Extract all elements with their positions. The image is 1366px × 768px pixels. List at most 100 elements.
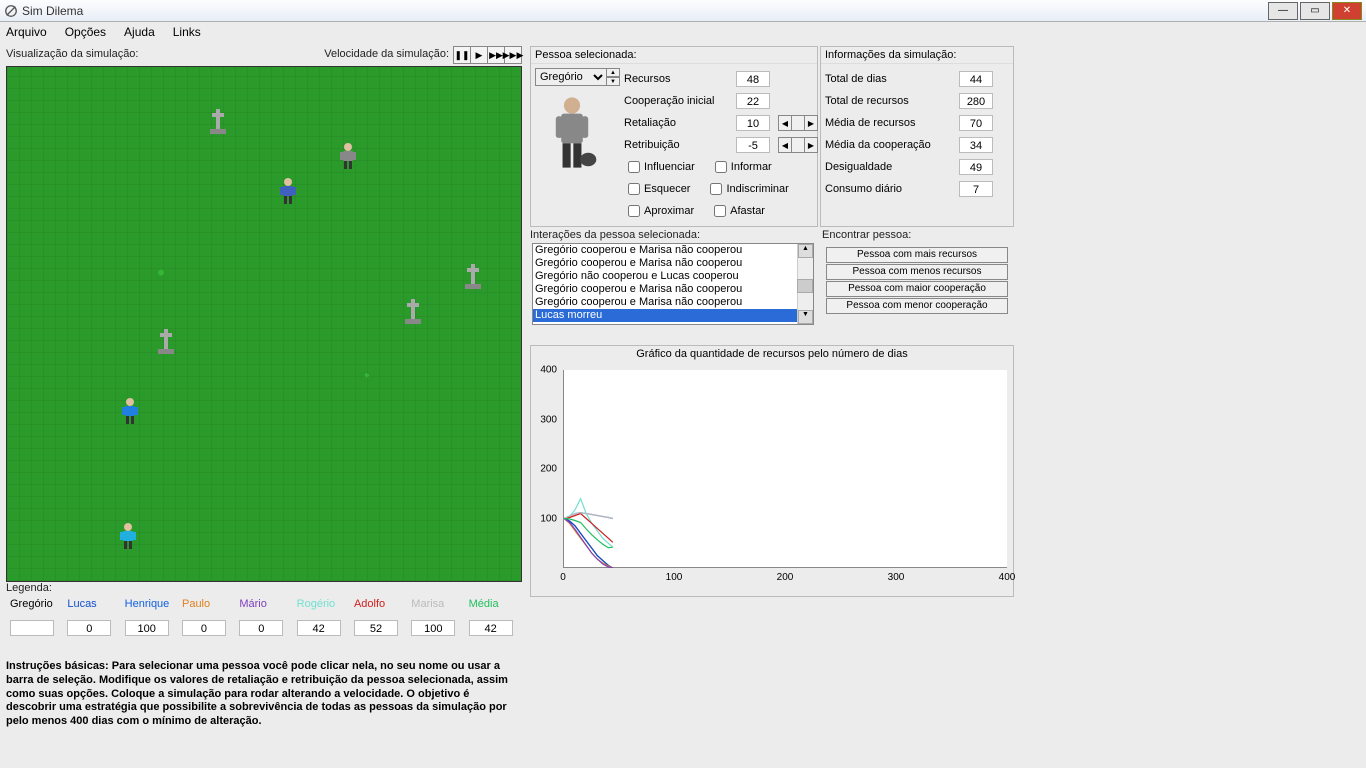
person-select-down[interactable]: ▼ bbox=[606, 77, 620, 86]
retal-inc[interactable]: ▶ bbox=[804, 115, 818, 131]
legend-label: Legenda: bbox=[6, 582, 522, 594]
consumo-label: Consumo diário bbox=[825, 183, 955, 195]
retal-dec[interactable]: ◀ bbox=[778, 115, 792, 131]
chk-esquecer[interactable]: Esquecer bbox=[628, 183, 690, 195]
legend-name[interactable]: Paulo bbox=[182, 598, 210, 610]
interaction-row[interactable]: Gregório cooperou e Marisa não cooperou bbox=[533, 296, 813, 309]
legend-value: 0 bbox=[182, 620, 226, 636]
find-least-coop-button[interactable]: Pessoa com menor cooperação bbox=[826, 298, 1008, 314]
chart-xtick: 0 bbox=[560, 572, 566, 583]
interactions-list[interactable]: Gregório cooperou e Marisa não cooperouG… bbox=[532, 243, 814, 325]
interaction-row[interactable]: Lucas morreu bbox=[533, 309, 813, 322]
total-dias-label: Total de dias bbox=[825, 73, 955, 85]
speed-buttons: ❚❚ ▶ ▶▶ ▶▶▶ bbox=[453, 46, 522, 64]
maximize-button[interactable]: ▭ bbox=[1300, 2, 1330, 20]
legend-value bbox=[10, 620, 54, 636]
retaliacao-value: 10 bbox=[736, 115, 770, 131]
visualization-label: Visualização da simulação: bbox=[6, 48, 138, 60]
chk-aproximar[interactable]: Aproximar bbox=[628, 205, 694, 217]
menu-ajuda[interactable]: Ajuda bbox=[124, 25, 155, 39]
retal-mid[interactable] bbox=[791, 115, 805, 131]
legend-name[interactable]: Marisa bbox=[411, 598, 444, 610]
scroll-thumb[interactable] bbox=[797, 279, 813, 293]
interactions-scrollbar[interactable]: ▲ ▼ bbox=[797, 244, 813, 324]
interaction-row[interactable]: Gregório cooperou e Marisa não cooperou bbox=[533, 257, 813, 270]
chart-y-axis: 100200300400 bbox=[533, 364, 561, 574]
chart-xtick: 200 bbox=[777, 572, 794, 583]
person-panel: Pessoa selecionada: Gregório ▲ ▼ bbox=[530, 46, 818, 227]
retribuicao-label: Retribuição bbox=[624, 139, 732, 151]
person-sprite[interactable] bbox=[117, 522, 139, 550]
total-recursos-value: 280 bbox=[959, 93, 993, 109]
person-select-up[interactable]: ▲ bbox=[606, 68, 620, 77]
person-panel-title: Pessoa selecionada: bbox=[531, 47, 817, 64]
legend-name[interactable]: Gregório bbox=[10, 598, 53, 610]
legend-value: 42 bbox=[297, 620, 341, 636]
speed-label: Velocidade da simulação: bbox=[324, 48, 449, 60]
media-coop-value: 34 bbox=[959, 137, 993, 153]
chart-title: Gráfico da quantidade de recursos pelo n… bbox=[531, 346, 1013, 362]
retrib-dec[interactable]: ◀ bbox=[778, 137, 792, 153]
retrib-inc[interactable]: ▶ bbox=[804, 137, 818, 153]
retrib-mid[interactable] bbox=[791, 137, 805, 153]
legend-name[interactable]: Média bbox=[469, 598, 499, 610]
speed-faster-button[interactable]: ▶▶▶ bbox=[504, 46, 522, 64]
interaction-row[interactable]: Gregório cooperou e Marisa não cooperou bbox=[533, 283, 813, 296]
chart-ytick: 300 bbox=[540, 414, 557, 425]
menu-bar: Arquivo Opções Ajuda Links bbox=[0, 22, 1366, 42]
chk-informar[interactable]: Informar bbox=[715, 161, 772, 173]
media-coop-label: Média da cooperação bbox=[825, 139, 955, 151]
person-sprite[interactable] bbox=[337, 142, 359, 170]
find-least-resources-button[interactable]: Pessoa com menos recursos bbox=[826, 264, 1008, 280]
legend-name[interactable]: Rogério bbox=[297, 598, 336, 610]
menu-opcoes[interactable]: Opções bbox=[65, 25, 106, 39]
find-most-coop-button[interactable]: Pessoa com maior cooperação bbox=[826, 281, 1008, 297]
minimize-button[interactable]: — bbox=[1268, 2, 1298, 20]
speed-play-button[interactable]: ▶ bbox=[470, 46, 488, 64]
chk-indiscriminar[interactable]: Indiscriminar bbox=[710, 183, 788, 195]
coop-inicial-value: 22 bbox=[736, 93, 770, 109]
legend-name[interactable]: Adolfo bbox=[354, 598, 385, 610]
retribuicao-value: -5 bbox=[736, 137, 770, 153]
menu-arquivo[interactable]: Arquivo bbox=[6, 25, 47, 39]
chart-xtick: 300 bbox=[888, 572, 905, 583]
scroll-down-button[interactable]: ▼ bbox=[798, 310, 813, 324]
interaction-row[interactable]: Gregório cooperou e Marisa não cooperou bbox=[533, 244, 813, 257]
legend-name[interactable]: Henrique bbox=[125, 598, 170, 610]
person-sprite[interactable] bbox=[277, 177, 299, 205]
chart-ytick: 100 bbox=[540, 513, 557, 524]
title-bar: Sim Dilema — ▭ ✕ bbox=[0, 0, 1366, 22]
find-most-resources-button[interactable]: Pessoa com mais recursos bbox=[826, 247, 1008, 263]
person-select[interactable]: Gregório bbox=[535, 68, 607, 86]
simulation-canvas[interactable] bbox=[6, 66, 522, 582]
chart-panel: Gráfico da quantidade de recursos pelo n… bbox=[530, 345, 1014, 597]
legend-value: 52 bbox=[354, 620, 398, 636]
find-label: Encontrar pessoa: bbox=[822, 229, 1012, 241]
chart-plot bbox=[563, 370, 1007, 568]
legend-values: 010000425210042 bbox=[6, 614, 522, 636]
chart-xtick: 100 bbox=[666, 572, 683, 583]
instructions-text: Instruções básicas: Para selecionar uma … bbox=[6, 660, 522, 729]
total-dias-value: 44 bbox=[959, 71, 993, 87]
chart-xtick: 400 bbox=[999, 572, 1016, 583]
person-sprite[interactable] bbox=[119, 397, 141, 425]
chk-influenciar[interactable]: Influenciar bbox=[628, 161, 695, 173]
chart-x-axis: 0100200300400 bbox=[563, 572, 1007, 588]
desigualdade-value: 49 bbox=[959, 159, 993, 175]
menu-links[interactable]: Links bbox=[173, 25, 201, 39]
siminfo-title: Informações da simulação: bbox=[821, 47, 1013, 64]
media-recursos-label: Média de recursos bbox=[825, 117, 955, 129]
recursos-value: 48 bbox=[736, 71, 770, 87]
grave-sprite bbox=[402, 297, 424, 325]
scroll-up-button[interactable]: ▲ bbox=[798, 244, 813, 258]
grave-sprite bbox=[207, 107, 229, 135]
legend-name[interactable]: Mário bbox=[239, 598, 267, 610]
interaction-row[interactable]: Gregório não cooperou e Lucas cooperou bbox=[533, 270, 813, 283]
interactions-label: Interações da pessoa selecionada: bbox=[530, 229, 818, 241]
chk-afastar[interactable]: Afastar bbox=[714, 205, 765, 217]
speed-pause-button[interactable]: ❚❚ bbox=[453, 46, 471, 64]
legend-name[interactable]: Lucas bbox=[67, 598, 96, 610]
close-button[interactable]: ✕ bbox=[1332, 2, 1362, 20]
legend-value: 0 bbox=[67, 620, 111, 636]
window-buttons: — ▭ ✕ bbox=[1266, 2, 1362, 20]
